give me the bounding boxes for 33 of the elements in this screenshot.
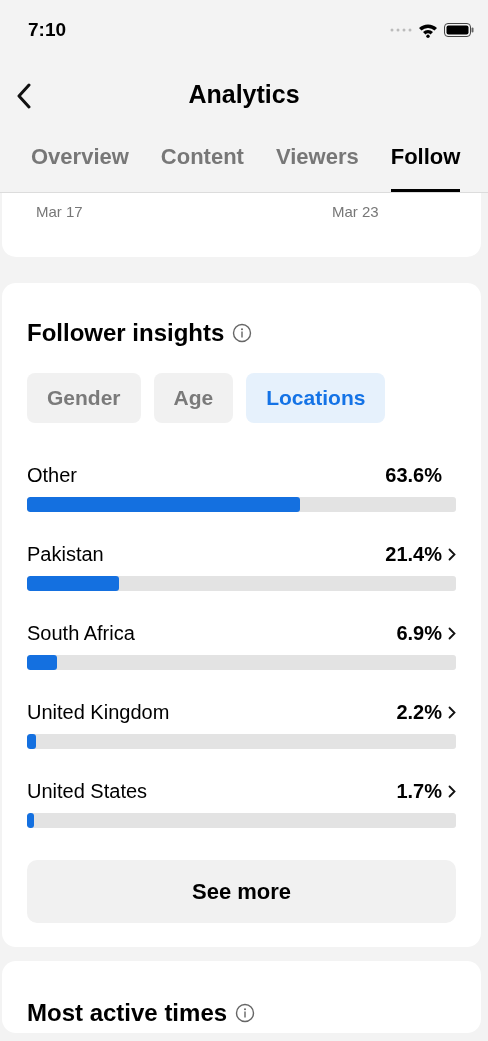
chevron-icon[interactable] [448,705,456,719]
percentage: 1.7% [396,779,442,804]
chevron-icon[interactable] [448,784,456,798]
battery-icon [444,23,474,37]
info-icon[interactable] [232,323,253,343]
chevron-icon[interactable] [448,626,456,640]
section-title: Most active times [27,998,228,1028]
location-name: South Africa [27,621,135,646]
filter-chip[interactable]: Age [153,373,234,423]
location-name: Pakistan [27,542,104,567]
back-icon [16,83,32,109]
percentage: 2.2% [396,700,442,725]
location-name: United States [27,779,148,804]
page-title: Analytics [188,79,300,111]
filter-chip[interactable]: Gender [27,373,141,423]
status-time: 7:10 [28,17,67,42]
percentage: 21.4% [385,542,442,567]
signal-icon [390,28,412,32]
percentage: 6.9% [396,621,442,646]
tab[interactable]: Overview [31,140,129,192]
see-more-button[interactable]: See more [27,860,456,923]
tab[interactable]: Viewers [275,140,359,192]
location-name: United Kingdom [27,700,170,725]
tab[interactable]: Content [160,140,244,192]
filter-chip[interactable]: Locations [246,373,386,423]
section-title: Follower insights [27,318,225,348]
info-icon[interactable] [235,1003,256,1023]
axis-label: Mar 23 [332,202,379,222]
wifi-icon [418,22,438,38]
axis-label: Mar 17 [36,202,84,222]
chevron-icon[interactable] [448,547,456,561]
location-name: Other [27,463,78,488]
percentage: 63.6% [385,463,442,488]
